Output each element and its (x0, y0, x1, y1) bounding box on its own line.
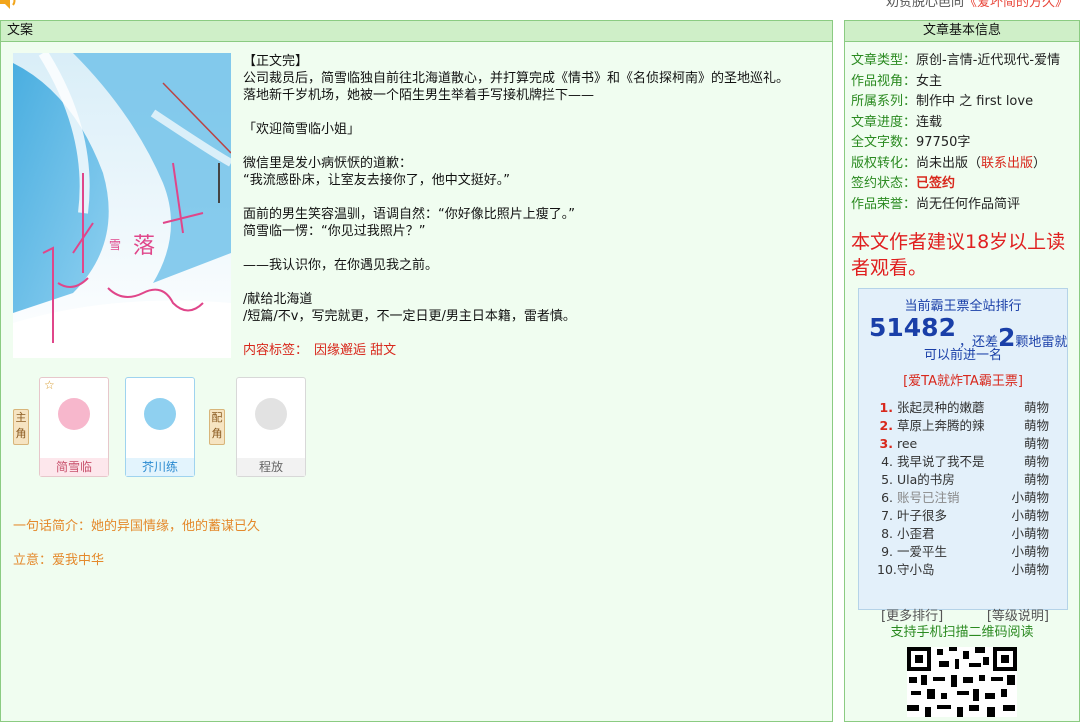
info-panel: 文章基本信息 文章类型：原创-言情-近代现代-爱情 作品视角：女主 所属系列：制… (844, 20, 1080, 722)
tags-value[interactable]: 因缘邂逅 甜文 (314, 343, 396, 358)
character-name: 简雪临 (40, 458, 108, 476)
ranking-number: 51482 (869, 313, 956, 342)
info-list: 文章类型：原创-言情-近代现代-爱情 作品视角：女主 所属系列：制作中 之 fi… (851, 51, 1075, 215)
one-line-summary: 一句话简介：她的异国情缘，他的蓄谋已久 (13, 519, 261, 534)
synopsis-gap (243, 104, 823, 121)
ranking-advance-text: 可以前进一名 (923, 348, 1002, 363)
avatar (58, 398, 90, 430)
character-name: 芥川练 (126, 458, 194, 476)
theme-statement: 立意：爱我中华 (13, 553, 105, 568)
fan-row[interactable]: 2. 草原上奔腾的辣 萌物 (877, 417, 1049, 435)
role-label-support: 配角 (209, 409, 225, 445)
synopsis-line: /献给北海道 (243, 292, 313, 307)
synopsis-line: 「欢迎简雪临小姐」 (243, 122, 361, 137)
synopsis-text: 【正文完】 公司裁员后，简雪临独自前往北海道散心，并打算完成《情书》和《名侦探柯… (243, 53, 823, 325)
info-row-series: 所属系列：制作中 之 first love (851, 94, 1034, 109)
synopsis-panel: 文案 落 雪 【正文完】 公司裁员后，简雪临独自前往北海道散心，并打算完成《情书… (0, 20, 833, 722)
info-row-copyright: 版权转化：尚未出版（联系出版） (851, 155, 1047, 171)
character-card-chengfang[interactable]: 程放 (236, 377, 306, 477)
fan-row[interactable]: 4. 我早说了我不是 萌物 (877, 453, 1049, 471)
info-row-word-count: 全文字数：97750字 (851, 135, 971, 150)
synopsis-gap (243, 274, 823, 291)
fan-list: 1. 张起灵种的嫩蘑 萌物 2. 草原上奔腾的辣 萌物 3. ree 萌物 4. 我早说了我不… (877, 399, 1049, 579)
fan-row[interactable]: 1. 张起灵种的嫩蘑 萌物 (877, 399, 1049, 417)
info-row-honor: 作品荣誉：尚无任何作品简评 (851, 196, 1021, 212)
svg-text:雪: 雪 (109, 238, 121, 252)
synopsis-line: 面前的男生笑容温驯，语调自然：“你好像比照片上瘦了。” (243, 207, 575, 222)
qr-code-icon[interactable] (907, 647, 1017, 717)
fan-row[interactable]: 8. 小歪君 小萌物 (877, 525, 1049, 543)
synopsis-line: 简雪临一愣：“你见过我照片？” (243, 224, 426, 239)
fan-row[interactable]: 5. Ula的书房 萌物 (877, 471, 1049, 489)
character-card-jiechuanlian[interactable]: 芥川练 (125, 377, 195, 477)
ranking-box: 当前霸王票全站排行 51482 ，还差2颗地雷就 可以前进一名 [爱TA就炸TA… (858, 288, 1068, 624)
character-name: 程放 (237, 458, 305, 476)
info-row-progress: 文章进度：连载 (851, 114, 943, 130)
age-notice: 本文作者建议18岁以上读者观看。 (851, 231, 1066, 279)
top-promo[interactable]: 劝贫脱心邑同《爱坏简的方久》 (886, 0, 1068, 10)
synopsis-line: ——我认识你，在你遇见我之前。 (243, 258, 439, 273)
star-icon: ☆ (44, 378, 55, 392)
synopsis-gap (243, 240, 823, 257)
synopsis-line: 【正文完】 (243, 54, 309, 69)
fan-row[interactable]: 10.守小岛 小萌物 (877, 561, 1049, 579)
contact-publish-link[interactable]: 联系出版 (981, 156, 1033, 171)
qr-label: 支持手机扫描二维码阅读 (890, 625, 1034, 640)
svg-text:落: 落 (133, 234, 155, 259)
synopsis-line: “我流感卧床，让室友去接你了，他中文挺好。” (243, 173, 510, 188)
info-row-type: 文章类型：原创-言情-近代现代-爱情 (851, 53, 1061, 68)
synopsis-panel-title: 文案 (1, 21, 832, 42)
ranking-title: 当前霸王票全站排行 (904, 299, 1022, 314)
fan-row[interactable]: 3. ree 萌物 (877, 435, 1049, 453)
book-cover-image: 落 雪 (13, 53, 231, 358)
info-row-sign-status: 签约状态：已签约 (851, 176, 956, 191)
synopsis-gap (243, 189, 823, 206)
info-panel-title: 文章基本信息 (845, 21, 1079, 42)
fan-row[interactable]: 6. 账号已注销 小萌物 (877, 489, 1049, 507)
synopsis-line: 微信里是发小病恹恹的道歉： (243, 156, 413, 171)
fan-row[interactable]: 9. 一爱平生 小萌物 (877, 543, 1049, 561)
synopsis-line: /短篇/不v，写完就更，不一定日更/男主日本籍，雷者慎。 (243, 309, 576, 324)
info-row-perspective: 作品视角：女主 (851, 73, 943, 89)
avatar (144, 398, 176, 430)
synopsis-line: 公司裁员后，简雪临独自前往北海道散心，并打算完成《情书》和《名侦探柯南》的圣地巡… (243, 71, 790, 86)
character-card-jianxuelin[interactable]: ☆ 简雪临 (39, 377, 109, 477)
top-bar: 劝贫脱心邑同《爱坏简的方久》 (0, 0, 1080, 20)
synopsis-gap (243, 138, 823, 155)
content-tags: 内容标签： 因缘邂逅 甜文 (243, 339, 396, 358)
fan-row[interactable]: 7. 叶子很多 小萌物 (877, 507, 1049, 525)
tags-label: 内容标签： (243, 343, 309, 358)
avatar (255, 398, 287, 430)
speaker-icon (0, 0, 16, 9)
bomb-ta-link[interactable]: [爱TA就炸TA霸王票] (859, 370, 1067, 389)
book-cover[interactable]: 落 雪 (13, 53, 231, 358)
synopsis-line: 落地新千岁机场，她被一个陌生男生举着手写接机牌拦下—— (243, 88, 595, 103)
role-label-main: 主角 (13, 409, 29, 445)
